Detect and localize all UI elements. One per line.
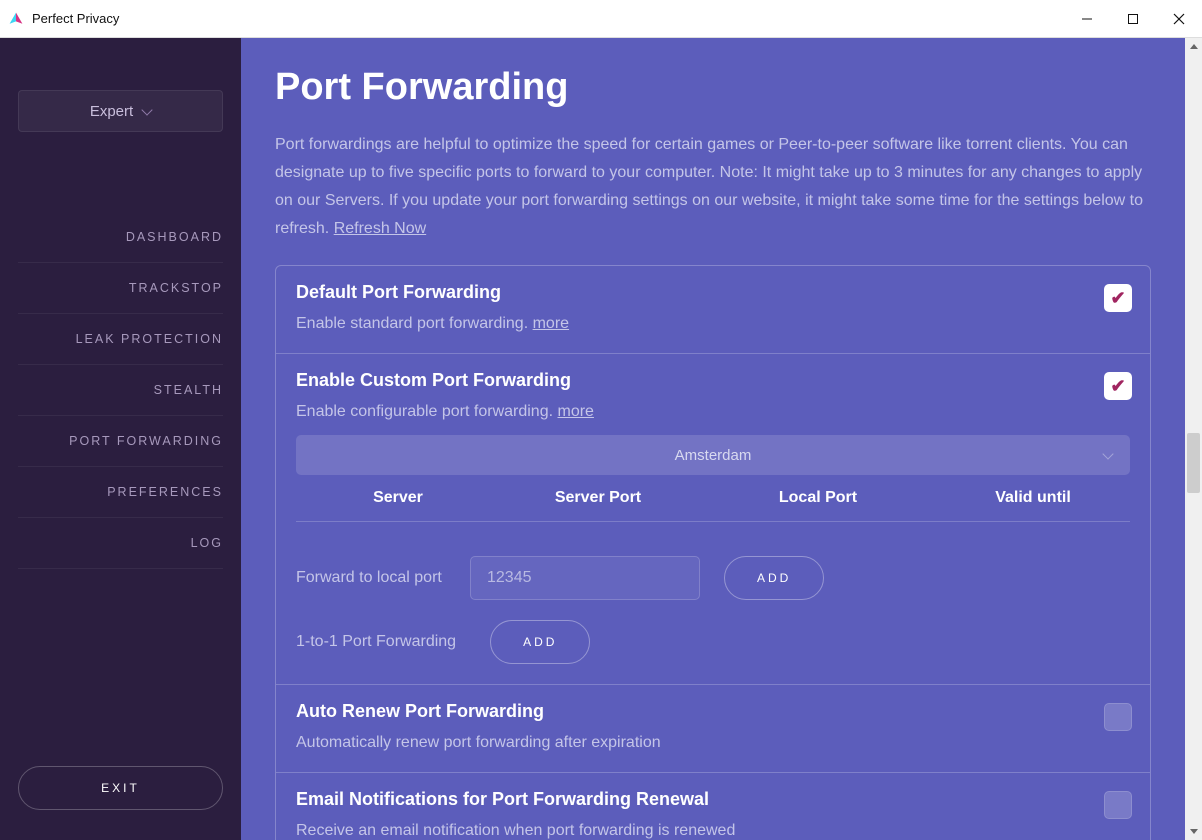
custom-pf-more-link[interactable]: more [558,403,594,420]
custom-pf-sub-text: Enable configurable port forwarding. [296,403,558,420]
close-button[interactable] [1156,0,1202,38]
custom-pf-title: Enable Custom Port Forwarding [296,370,1130,391]
app-body: Expert DASHBOARD TRACKSTOP LEAK PROTECTI… [0,38,1202,840]
row-custom-port-forwarding: Enable Custom Port Forwarding Enable con… [276,354,1150,685]
col-valid-until: Valid until [938,489,1128,507]
minimize-button[interactable] [1064,0,1110,38]
default-pf-sub: Enable standard port forwarding. more [296,315,1130,333]
mode-dropdown[interactable]: Expert [18,90,223,132]
exit-button[interactable]: EXIT [18,766,223,810]
scrollbar-thumb[interactable] [1187,433,1200,493]
row-default-port-forwarding: Default Port Forwarding Enable standard … [276,266,1150,354]
add-one-to-one-button[interactable]: ADD [490,620,590,664]
scrollbar[interactable] [1185,38,1202,840]
custom-pf-sub: Enable configurable port forwarding. mor… [296,403,1130,421]
default-pf-sub-text: Enable standard port forwarding. [296,315,533,332]
auto-renew-title: Auto Renew Port Forwarding [296,701,1130,722]
col-local-port: Local Port [698,489,938,507]
window-controls [1064,0,1202,38]
chevron-down-icon [142,104,153,115]
sidebar-item-stealth[interactable]: STEALTH [18,365,223,416]
row-email-notifications: Email Notifications for Port Forwarding … [276,773,1150,840]
main-wrap: Port Forwarding Port forwardings are hel… [241,38,1202,840]
auto-renew-sub: Automatically renew port forwarding afte… [296,734,1130,752]
add-forward-button[interactable]: ADD [724,556,824,600]
email-notif-checkbox[interactable] [1104,791,1132,819]
col-server-port: Server Port [498,489,698,507]
forward-label: Forward to local port [296,569,446,587]
pf-table-header: Server Server Port Local Port Valid unti… [296,489,1130,522]
window-title: Perfect Privacy [32,11,119,26]
col-server: Server [298,489,498,507]
server-dropdown[interactable]: Amsterdam [296,435,1130,475]
default-pf-more-link[interactable]: more [533,315,569,332]
settings-panel: Default Port Forwarding Enable standard … [275,265,1151,840]
page-title: Port Forwarding [275,66,1151,109]
sidebar-nav: DASHBOARD TRACKSTOP LEAK PROTECTION STEA… [18,212,223,569]
scroll-down-button[interactable] [1185,823,1202,840]
one-to-one-label: 1-to-1 Port Forwarding [296,633,456,651]
sidebar-item-preferences[interactable]: PREFERENCES [18,467,223,518]
maximize-button[interactable] [1110,0,1156,38]
sidebar-item-port-forwarding[interactable]: PORT FORWARDING [18,416,223,467]
check-icon: ✔ [1110,288,1125,309]
auto-renew-checkbox[interactable] [1104,703,1132,731]
titlebar-left: Perfect Privacy [0,11,119,27]
mode-label: Expert [90,103,133,120]
email-notif-title: Email Notifications for Port Forwarding … [296,789,1130,810]
local-port-input[interactable] [470,556,700,600]
one-to-one-row: 1-to-1 Port Forwarding ADD [296,620,1130,664]
scroll-up-button[interactable] [1185,38,1202,55]
default-pf-checkbox[interactable]: ✔ [1104,284,1132,312]
chevron-down-icon [1102,448,1113,459]
row-auto-renew: Auto Renew Port Forwarding Automatically… [276,685,1150,773]
arrow-up-icon [1190,44,1198,49]
sidebar-item-leak-protection[interactable]: LEAK PROTECTION [18,314,223,365]
app-logo-icon [8,11,24,27]
sidebar: Expert DASHBOARD TRACKSTOP LEAK PROTECTI… [0,38,241,840]
sidebar-item-log[interactable]: LOG [18,518,223,569]
main-content: Port Forwarding Port forwardings are hel… [241,38,1185,840]
sidebar-item-trackstop[interactable]: TRACKSTOP [18,263,223,314]
server-selected: Amsterdam [675,447,752,464]
forward-to-local-port-row: Forward to local port ADD [296,556,1130,600]
sidebar-item-dashboard[interactable]: DASHBOARD [18,212,223,263]
default-pf-title: Default Port Forwarding [296,282,1130,303]
check-icon: ✔ [1110,376,1125,397]
refresh-now-link[interactable]: Refresh Now [334,220,426,237]
arrow-down-icon [1190,829,1198,834]
email-notif-sub: Receive an email notification when port … [296,822,1130,840]
custom-pf-checkbox[interactable]: ✔ [1104,372,1132,400]
window-titlebar: Perfect Privacy [0,0,1202,38]
page-intro: Port forwardings are helpful to optimize… [275,131,1151,243]
